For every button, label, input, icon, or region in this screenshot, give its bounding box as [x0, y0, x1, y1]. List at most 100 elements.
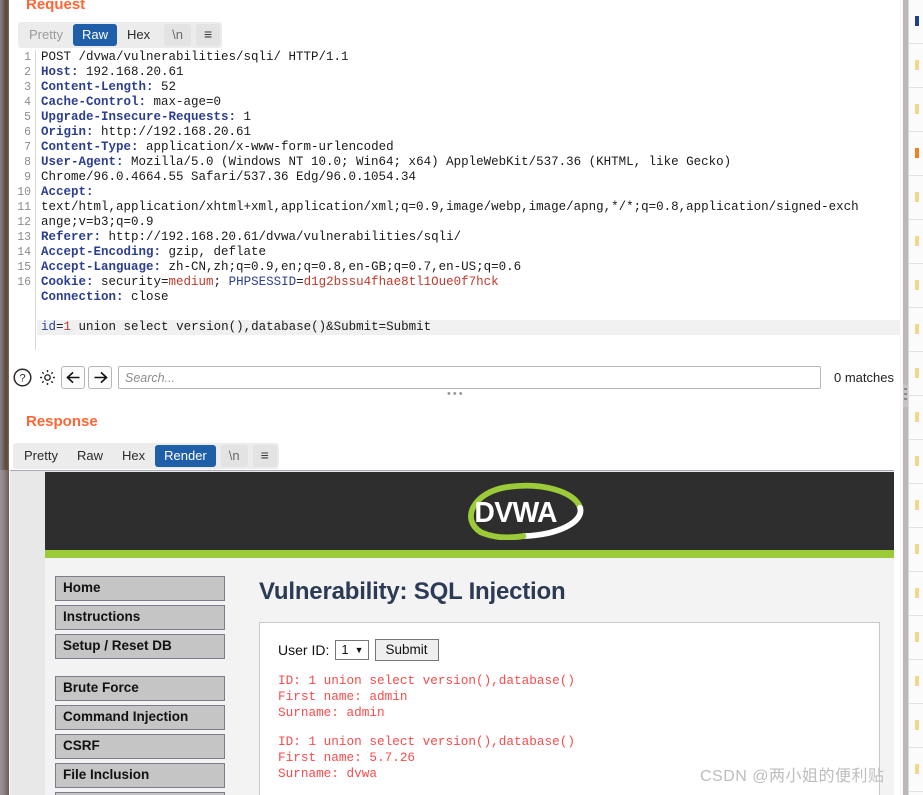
rail-tile[interactable]	[909, 704, 923, 748]
dvwa-page: DVWA Home Instructions Setup / Reset DB Bru…	[45, 472, 894, 795]
rail-tile[interactable]	[909, 572, 923, 616]
code-line[interactable]: ange;v=b3;q=0.9	[37, 215, 900, 230]
tab-response-pretty[interactable]: Pretty	[15, 445, 67, 467]
dvwa-menu-item[interactable]: Instructions	[55, 605, 225, 630]
tab-request-raw[interactable]: Raw	[72, 24, 117, 46]
rail-marker	[915, 16, 919, 26]
rail-tile[interactable]	[909, 176, 923, 220]
svg-text:DVWA: DVWA	[474, 497, 557, 529]
request-title: Request	[26, 0, 86, 13]
code-line[interactable]: Host: 192.168.20.61	[37, 65, 900, 80]
code-line[interactable]: Accept:	[37, 185, 900, 200]
line-number: 8	[24, 156, 31, 169]
code-line[interactable]: Upgrade-Insecure-Requests: 1	[37, 110, 900, 125]
tab-response-render[interactable]: Render	[155, 445, 216, 467]
line-number: 1	[24, 51, 31, 64]
pane-resize-grip[interactable]: •••	[447, 389, 465, 400]
code-line[interactable]: Connection: close	[37, 290, 900, 305]
tab-request-hex[interactable]: Hex	[118, 24, 159, 46]
dvwa-sidebar-menu: Home Instructions Setup / Reset DB Brute Fo…	[45, 558, 235, 795]
rail-tile[interactable]	[909, 616, 923, 660]
dvwa-logo: DVWA	[468, 482, 584, 540]
dvwa-menu-item[interactable]: Brute Force	[55, 676, 225, 701]
code-line[interactable]: User-Agent: Mozilla/5.0 (Windows NT 10.0…	[37, 155, 900, 170]
rail-tile[interactable]	[909, 44, 923, 88]
line-number: 15	[17, 261, 31, 274]
code-line[interactable]: Origin: http://192.168.20.61	[37, 125, 900, 140]
request-editor[interactable]: 1 2 3 4 5 6 7 8 9 10 11 12 13 14 15 16 POST /dvwa/vulne…	[9, 50, 900, 350]
code-line[interactable]: Cookie: security=medium; PHPSESSID=d1g2b…	[37, 275, 900, 290]
line-number: 5	[24, 111, 31, 124]
rail-tile[interactable]	[909, 748, 923, 792]
dvwa-menu-item[interactable]: Command Injection	[55, 705, 225, 730]
request-raw-text[interactable]: POST /dvwa/vulnerabilities/sqli/ HTTP/1.…	[37, 50, 900, 350]
search-next-button[interactable]	[88, 366, 112, 389]
rail-marker	[915, 764, 919, 774]
tab-response-raw[interactable]: Raw	[68, 445, 112, 467]
rail-tile[interactable]	[909, 660, 923, 704]
tab-response-hex[interactable]: Hex	[113, 445, 154, 467]
rail-tile[interactable]	[909, 88, 923, 132]
rail-tile[interactable]	[909, 264, 923, 308]
issue-marker-rail[interactable]	[908, 0, 923, 795]
search-input[interactable]	[118, 366, 822, 389]
rail-tile[interactable]	[909, 528, 923, 572]
submit-button[interactable]: Submit	[374, 639, 439, 661]
dvwa-main-content: Vulnerability: SQL Injection User ID: 1 …	[235, 558, 894, 795]
code-line[interactable]: Cache-Control: max-age=0	[37, 95, 900, 110]
dvwa-menu-item[interactable]: File Inclusion	[55, 763, 225, 788]
page-title: Vulnerability: SQL Injection	[259, 578, 566, 605]
question-mark-icon[interactable]: ?	[11, 367, 33, 389]
code-line[interactable]: Content-Type: application/x-www-form-url…	[37, 140, 900, 155]
rail-marker	[915, 236, 919, 246]
rail-marker	[915, 324, 919, 334]
chevron-down-icon: ▼	[354, 644, 364, 655]
rail-marker	[915, 60, 919, 70]
code-line[interactable]: Accept-Encoding: gzip, deflate	[37, 245, 900, 260]
tab-request-newline-toggle[interactable]: \n	[164, 24, 191, 46]
dvwa-menu-item[interactable]: Setup / Reset DB	[55, 634, 225, 659]
rail-marker	[915, 632, 919, 642]
code-line[interactable]: Referer: http://192.168.20.61/dvwa/vulne…	[37, 230, 900, 245]
code-line[interactable]: id=1 union select version(),database()&S…	[37, 320, 900, 335]
rail-tile[interactable]	[909, 308, 923, 352]
rail-marker	[915, 588, 919, 598]
request-tabstrip: Pretty Raw Hex \n ≡	[18, 22, 223, 48]
hamburger-menu-icon[interactable]: ≡	[195, 24, 221, 46]
response-title: Response	[26, 413, 98, 430]
line-number: 10	[17, 186, 31, 199]
rail-tile[interactable]	[909, 396, 923, 440]
rail-marker	[915, 192, 919, 202]
rail-tile[interactable]	[909, 132, 923, 176]
rail-tile[interactable]	[909, 352, 923, 396]
hamburger-menu-icon[interactable]: ≡	[252, 445, 277, 467]
code-line[interactable]: Chrome/96.0.4664.55 Safari/537.36 Edg/96…	[37, 170, 900, 185]
rail-marker	[915, 676, 919, 686]
code-line[interactable]	[37, 305, 900, 320]
request-search-toolbar: ? 0 matches	[9, 364, 900, 391]
dvwa-menu-item[interactable]: Home	[55, 576, 225, 601]
user-id-select[interactable]: 1 ▼	[335, 640, 369, 660]
tab-response-newline-toggle[interactable]: \n	[220, 445, 248, 467]
code-line[interactable]: Accept-Language: zh-CN,zh;q=0.9,en;q=0.8…	[37, 260, 900, 275]
rail-tile[interactable]	[909, 0, 923, 44]
line-number: 16	[17, 276, 31, 289]
dvwa-menu-item[interactable]: CSRF	[55, 734, 225, 759]
response-tabstrip: Pretty Raw Hex Render \n ≡	[13, 443, 279, 469]
rail-marker	[915, 368, 919, 378]
rail-tile[interactable]	[909, 484, 923, 528]
svg-text:?: ?	[19, 373, 25, 385]
gear-icon[interactable]	[36, 367, 58, 389]
code-line[interactable]: text/html,application/xhtml+xml,applicat…	[37, 200, 900, 215]
code-line[interactable]: POST /dvwa/vulnerabilities/sqli/ HTTP/1.…	[37, 50, 900, 65]
burp-suite-window: Request Pretty Raw Hex \n ≡ 1 2 3 4 5 6 7 8 9 10 1…	[0, 0, 923, 795]
rail-marker	[915, 104, 919, 114]
tab-request-pretty[interactable]: Pretty	[20, 24, 72, 46]
rail-tile[interactable]	[909, 440, 923, 484]
line-number: 3	[24, 81, 31, 94]
search-previous-button[interactable]	[61, 366, 85, 389]
rail-marker	[915, 720, 919, 730]
code-line[interactable]: Content-Length: 52	[37, 80, 900, 95]
rail-tile[interactable]	[909, 220, 923, 264]
menu-group-separator	[55, 663, 225, 676]
